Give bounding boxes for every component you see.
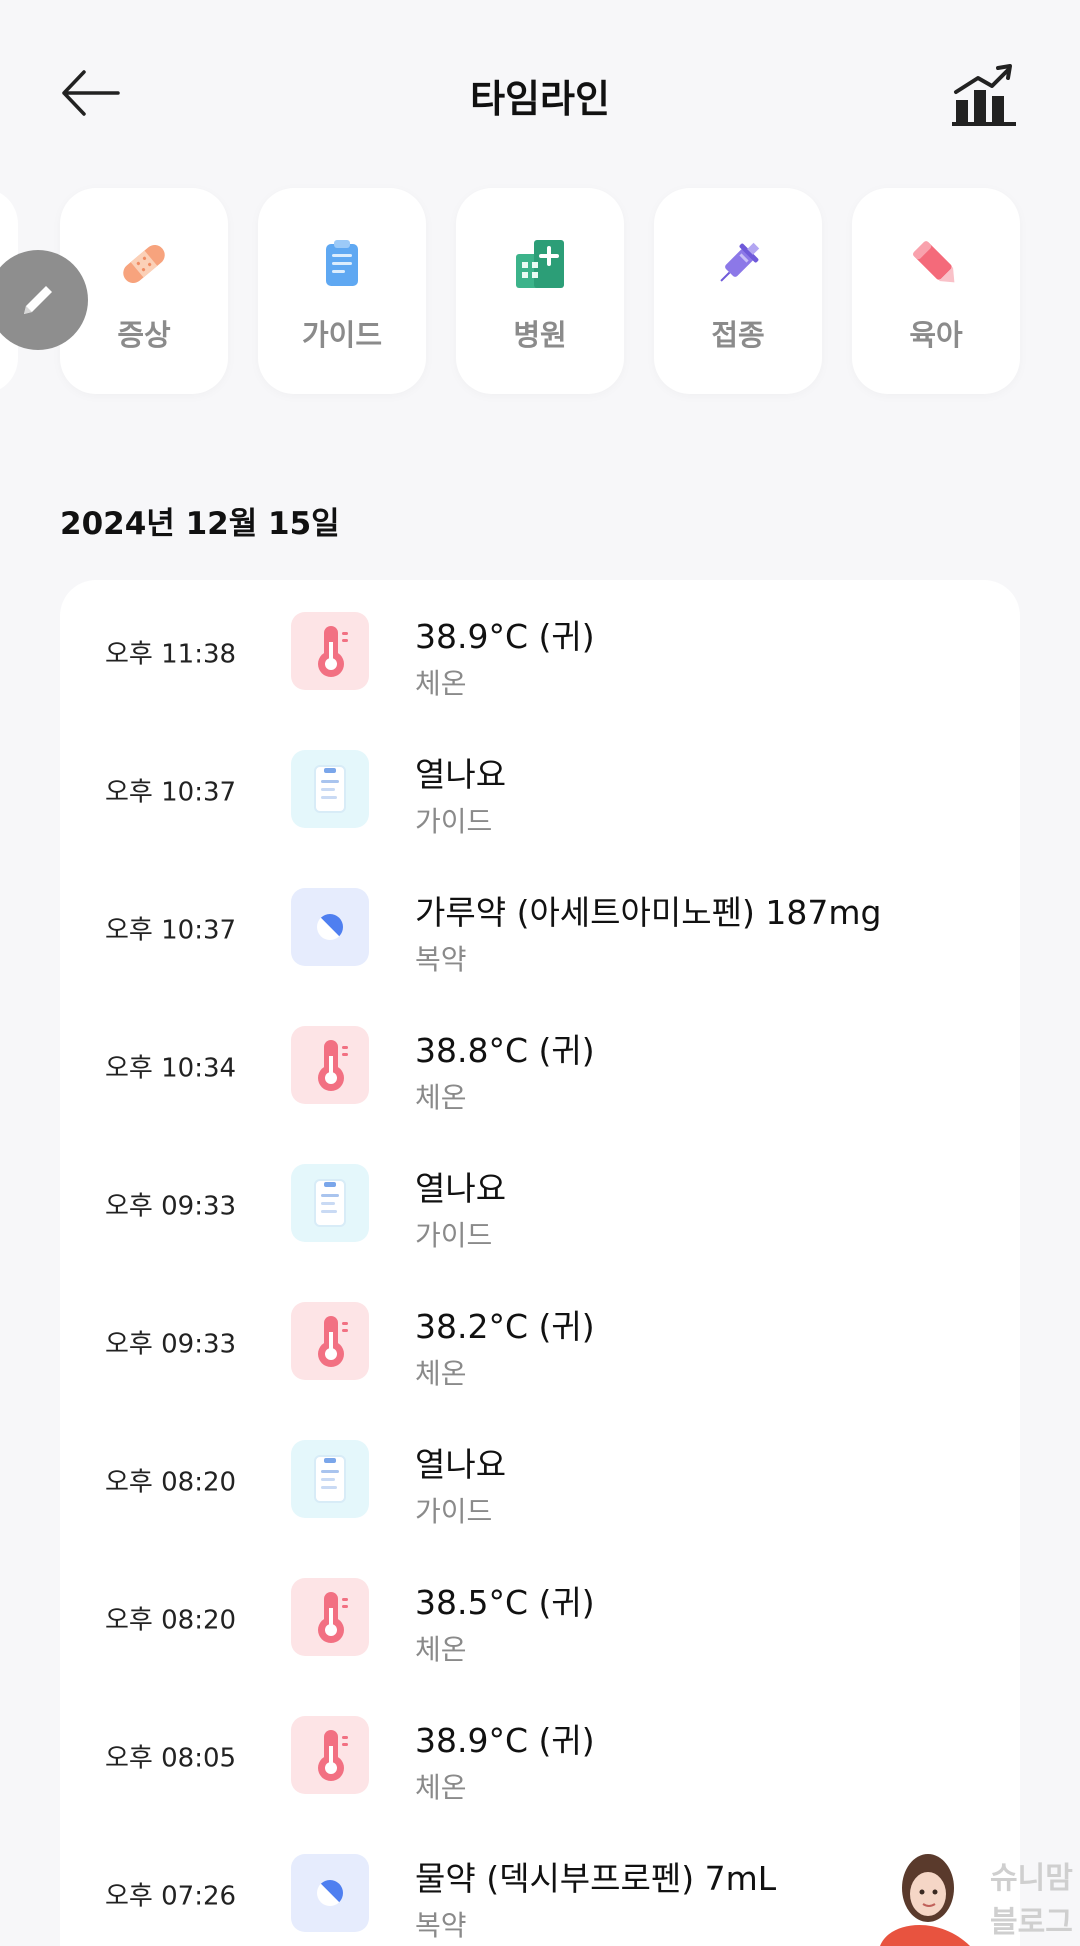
date-heading: 2024년 12월 15일 — [60, 506, 340, 542]
timeline-entry[interactable]: 오후 10:37 가루약 (아세트아미노펜) 187mg 복약 — [60, 856, 1020, 994]
entry-type: 가이드 — [415, 1219, 493, 1252]
entry-title: 38.8°C (귀) — [415, 1031, 595, 1070]
page-title: 타임라인 — [470, 77, 610, 121]
category-hospital[interactable]: 병원 — [456, 188, 624, 394]
entry-title: 38.2°C (귀) — [415, 1307, 595, 1346]
entry-type: 체온 — [415, 667, 467, 700]
statistics-button[interactable] — [950, 60, 1020, 130]
category-label: 병원 — [513, 318, 567, 352]
entry-type: 체온 — [415, 1081, 467, 1114]
category-vaccine[interactable]: 접종 — [654, 188, 822, 394]
category-guide[interactable]: 가이드 — [258, 188, 426, 394]
guide-document-icon — [314, 765, 346, 813]
entry-icon-box — [291, 1578, 369, 1656]
timeline-entry[interactable]: 오후 09:33 열나요 가이드 — [60, 1132, 1020, 1270]
entry-title: 물약 (덱시부프로펜) 7mL — [415, 1859, 777, 1898]
entry-type: 복약 — [415, 943, 467, 976]
entry-time: 오후 10:37 — [105, 915, 237, 946]
entry-icon-box — [291, 1302, 369, 1380]
entry-type: 가이드 — [415, 1495, 493, 1528]
entry-type: 체온 — [415, 1357, 467, 1390]
pencil-eraser-icon — [913, 241, 955, 283]
entry-icon-box — [291, 1026, 369, 1104]
entry-type: 복약 — [415, 1909, 467, 1942]
timeline-entry[interactable]: 오후 09:33 38.2°C (귀) 체온 — [60, 1270, 1020, 1408]
entry-type: 체온 — [415, 1633, 467, 1666]
entry-time: 오후 11:38 — [105, 639, 237, 670]
syringe-icon — [720, 242, 760, 282]
entry-icon-box — [291, 1164, 369, 1242]
category-label: 접종 — [711, 318, 765, 352]
category-label: 증상 — [117, 318, 171, 352]
entry-icon-box — [291, 1716, 369, 1794]
entry-title: 열나요 — [415, 1169, 507, 1208]
timeline-entry[interactable]: 오후 08:20 열나요 가이드 — [60, 1408, 1020, 1546]
pencil-icon — [24, 286, 52, 314]
thermometer-icon — [318, 1592, 348, 1643]
timeline-entry[interactable]: 오후 08:20 38.5°C (귀) 체온 — [60, 1546, 1020, 1684]
category-row: 증상 가이드 병원 접종 육아 — [0, 188, 1080, 394]
clipboard-icon — [326, 240, 358, 286]
entry-icon-box — [291, 888, 369, 966]
entry-time: 오후 09:33 — [105, 1191, 237, 1222]
timeline-entry[interactable]: 오후 07:26 물약 (덱시부프로펜) 7mL 복약 — [60, 1822, 1020, 1946]
bar-chart-up-icon — [952, 64, 1016, 126]
category-parenting[interactable]: 육아 — [852, 188, 1020, 394]
entry-time: 오후 08:20 — [105, 1605, 237, 1636]
entry-title: 38.5°C (귀) — [415, 1583, 595, 1622]
header: 타임라인 — [0, 0, 1080, 185]
timeline-entry[interactable]: 오후 10:34 38.8°C (귀) 체온 — [60, 994, 1020, 1132]
entry-time: 오후 10:34 — [105, 1053, 237, 1084]
guide-document-icon — [314, 1455, 346, 1503]
thermometer-icon — [318, 626, 348, 677]
watermark-text-1: 슈니맘 — [990, 1861, 1073, 1896]
thermometer-icon — [318, 1730, 348, 1781]
entry-icon-box — [291, 750, 369, 828]
thermometer-icon — [318, 1040, 348, 1091]
entry-title: 열나요 — [415, 1445, 507, 1484]
entry-title: 열나요 — [415, 755, 507, 794]
bandage-icon — [123, 245, 165, 283]
timeline-entry[interactable]: 오후 08:05 38.9°C (귀) 체온 — [60, 1684, 1020, 1822]
entry-title: 가루약 (아세트아미노펜) 187mg — [415, 893, 882, 932]
entry-title: 38.9°C (귀) — [415, 1721, 595, 1760]
timeline-screen: 타임라인 증상 가이드 병원 접종 육아 2024년 12월 15일 오후 11… — [0, 0, 1080, 1946]
entry-type: 체온 — [415, 1771, 467, 1804]
entry-time: 오후 07:26 — [105, 1881, 237, 1912]
timeline-list: 오후 11:38 38.9°C (귀) 체온 오후 10:37 열나요 가이드 … — [60, 580, 1020, 1946]
entry-type: 가이드 — [415, 805, 493, 838]
entry-time: 오후 08:20 — [105, 1467, 237, 1498]
pill-icon — [317, 1880, 343, 1906]
blog-watermark: 슈니맘 블로그 — [880, 1840, 1080, 1946]
guide-document-icon — [314, 1179, 346, 1227]
entry-title: 38.9°C (귀) — [415, 617, 595, 656]
thermometer-icon — [318, 1316, 348, 1367]
pill-icon — [317, 914, 343, 940]
entry-icon-box — [291, 1440, 369, 1518]
entry-time: 오후 10:37 — [105, 777, 237, 808]
entry-time: 오후 09:33 — [105, 1329, 237, 1360]
watermark-text-2: 블로그 — [990, 1905, 1073, 1940]
category-label: 육아 — [909, 318, 963, 352]
timeline-entry[interactable]: 오후 10:37 열나요 가이드 — [60, 718, 1020, 856]
hospital-icon — [516, 240, 564, 288]
category-label: 가이드 — [301, 318, 383, 352]
entry-time: 오후 08:05 — [105, 1743, 237, 1774]
entry-icon-box — [291, 1854, 369, 1932]
timeline-entry[interactable]: 오후 11:38 38.9°C (귀) 체온 — [60, 580, 1020, 718]
entry-icon-box — [291, 612, 369, 690]
